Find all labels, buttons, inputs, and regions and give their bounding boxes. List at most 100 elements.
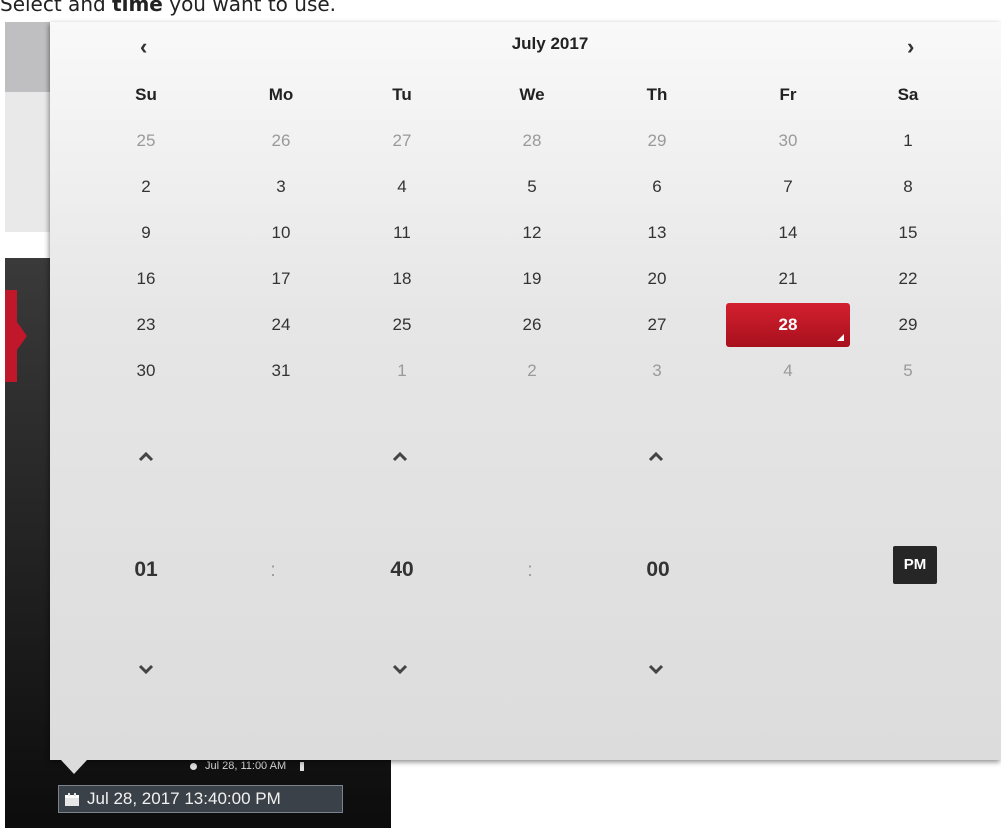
calendar-day[interactable]: 28 xyxy=(504,124,560,158)
am-pm-toggle[interactable]: PM xyxy=(893,546,937,584)
chevron-down-icon xyxy=(138,664,154,675)
day-number: 8 xyxy=(903,177,913,196)
calendar-day[interactable]: 29 xyxy=(629,124,685,158)
calendar-day[interactable]: 4 xyxy=(374,170,430,204)
hours-value[interactable]: 01 xyxy=(134,558,157,582)
day-number: 29 xyxy=(647,131,667,150)
picker-pointer xyxy=(61,760,87,774)
calendar-day[interactable]: 2 xyxy=(118,170,174,204)
calendar-day[interactable]: 1 xyxy=(374,354,430,388)
day-number: 1 xyxy=(397,361,407,380)
calendar-day[interactable]: 30 xyxy=(118,354,174,388)
calendar-day[interactable]: 3 xyxy=(253,170,309,204)
active-marker xyxy=(5,290,17,382)
day-number: 13 xyxy=(647,223,667,242)
day-number: 14 xyxy=(778,223,798,242)
calendar-day[interactable]: 29 xyxy=(880,308,936,342)
day-number: 6 xyxy=(652,177,662,196)
calendar-day[interactable]: 20 xyxy=(629,262,685,296)
calendar-day[interactable]: 27 xyxy=(629,308,685,342)
seconds-value[interactable]: 00 xyxy=(646,558,669,582)
day-number: 16 xyxy=(136,269,156,288)
bar-icon xyxy=(300,761,305,771)
day-number: 2 xyxy=(141,177,151,196)
calendar-day[interactable]: 25 xyxy=(374,308,430,342)
day-number: 1 xyxy=(903,131,913,150)
increment-seconds-button[interactable] xyxy=(646,450,666,464)
day-number: 29 xyxy=(898,315,918,334)
calendar-day[interactable]: 21 xyxy=(760,262,816,296)
calendar-day[interactable]: 22 xyxy=(880,262,936,296)
calendar-day[interactable]: 10 xyxy=(253,216,309,250)
calendar-day[interactable]: 4 xyxy=(760,354,816,388)
decrement-seconds-button[interactable] xyxy=(646,662,666,676)
active-marker-tip xyxy=(17,322,27,350)
weekday-header: Sa xyxy=(897,85,919,104)
decrement-minutes-button[interactable] xyxy=(390,662,410,676)
increment-hours-button[interactable] xyxy=(136,450,156,464)
weekday-header: We xyxy=(519,85,545,104)
calendar-day[interactable]: 19 xyxy=(504,262,560,296)
day-number: 3 xyxy=(652,361,662,380)
calendar-day[interactable]: 5 xyxy=(880,354,936,388)
calendar-day[interactable]: 26 xyxy=(504,308,560,342)
calendar-day[interactable]: 6 xyxy=(629,170,685,204)
calendar-day[interactable]: 2 xyxy=(504,354,560,388)
weekday-header: Mo xyxy=(268,85,294,104)
time-separator: : xyxy=(527,560,533,581)
calendar-day[interactable]: 13 xyxy=(629,216,685,250)
calendar-day[interactable]: 26 xyxy=(253,124,309,158)
calendar-day[interactable]: 9 xyxy=(118,216,174,250)
day-number: 27 xyxy=(647,315,667,334)
day-number: 22 xyxy=(898,269,918,288)
day-number: 26 xyxy=(271,131,291,150)
calendar-day[interactable]: 16 xyxy=(118,262,174,296)
day-number: 25 xyxy=(392,315,412,334)
minutes-value[interactable]: 40 xyxy=(390,558,413,582)
day-number: 30 xyxy=(778,131,798,150)
chevron-up-icon xyxy=(392,451,408,462)
calendar-day[interactable]: 8 xyxy=(880,170,936,204)
day-number: 23 xyxy=(136,315,156,334)
calendar-day[interactable]: 23 xyxy=(118,308,174,342)
day-number: 3 xyxy=(276,177,286,196)
chevron-down-icon xyxy=(648,664,664,675)
calendar-day[interactable]: 25 xyxy=(118,124,174,158)
day-number: 4 xyxy=(783,361,793,380)
calendar-day[interactable]: 1 xyxy=(880,124,936,158)
calendar-day[interactable]: 18 xyxy=(374,262,430,296)
datetime-input[interactable]: Jul 28, 2017 13:40:00 PM xyxy=(58,785,343,813)
datetime-value: Jul 28, 2017 13:40:00 PM xyxy=(87,789,281,808)
calendar-day[interactable]: 24 xyxy=(253,308,309,342)
calendar-day[interactable]: 15 xyxy=(880,216,936,250)
calendar-day[interactable]: 17 xyxy=(253,262,309,296)
day-number: 31 xyxy=(271,361,291,380)
calendar-day[interactable]: 12 xyxy=(504,216,560,250)
calendar-day[interactable]: 11 xyxy=(374,216,430,250)
prev-month-button[interactable]: ‹ xyxy=(140,34,147,60)
calendar-day[interactable]: 27 xyxy=(374,124,430,158)
month-year-label[interactable]: July 2017 xyxy=(490,34,610,54)
day-number: 28 xyxy=(522,131,542,150)
weekday-header: Tu xyxy=(392,85,412,104)
calendar-day[interactable]: 5 xyxy=(504,170,560,204)
day-number: 2 xyxy=(527,361,537,380)
day-number: 7 xyxy=(783,177,793,196)
day-number: 9 xyxy=(141,223,151,242)
increment-minutes-button[interactable] xyxy=(390,450,410,464)
calendar-icon xyxy=(65,792,79,806)
decrement-hours-button[interactable] xyxy=(136,662,156,676)
calendar-day[interactable]: 14 xyxy=(760,216,816,250)
weekday-header: Fr xyxy=(779,85,797,104)
day-number: 17 xyxy=(271,269,291,288)
day-number: 12 xyxy=(522,223,542,242)
calendar-day[interactable]: 30 xyxy=(760,124,816,158)
calendar-day[interactable]: 3 xyxy=(629,354,685,388)
calendar-day[interactable]: 7 xyxy=(760,170,816,204)
day-number: 19 xyxy=(522,269,542,288)
selected-day[interactable]: 28 xyxy=(726,303,850,347)
day-number: 20 xyxy=(647,269,667,288)
chevron-down-icon xyxy=(392,664,408,675)
calendar-day[interactable]: 31 xyxy=(253,354,309,388)
next-month-button[interactable]: › xyxy=(907,34,914,60)
